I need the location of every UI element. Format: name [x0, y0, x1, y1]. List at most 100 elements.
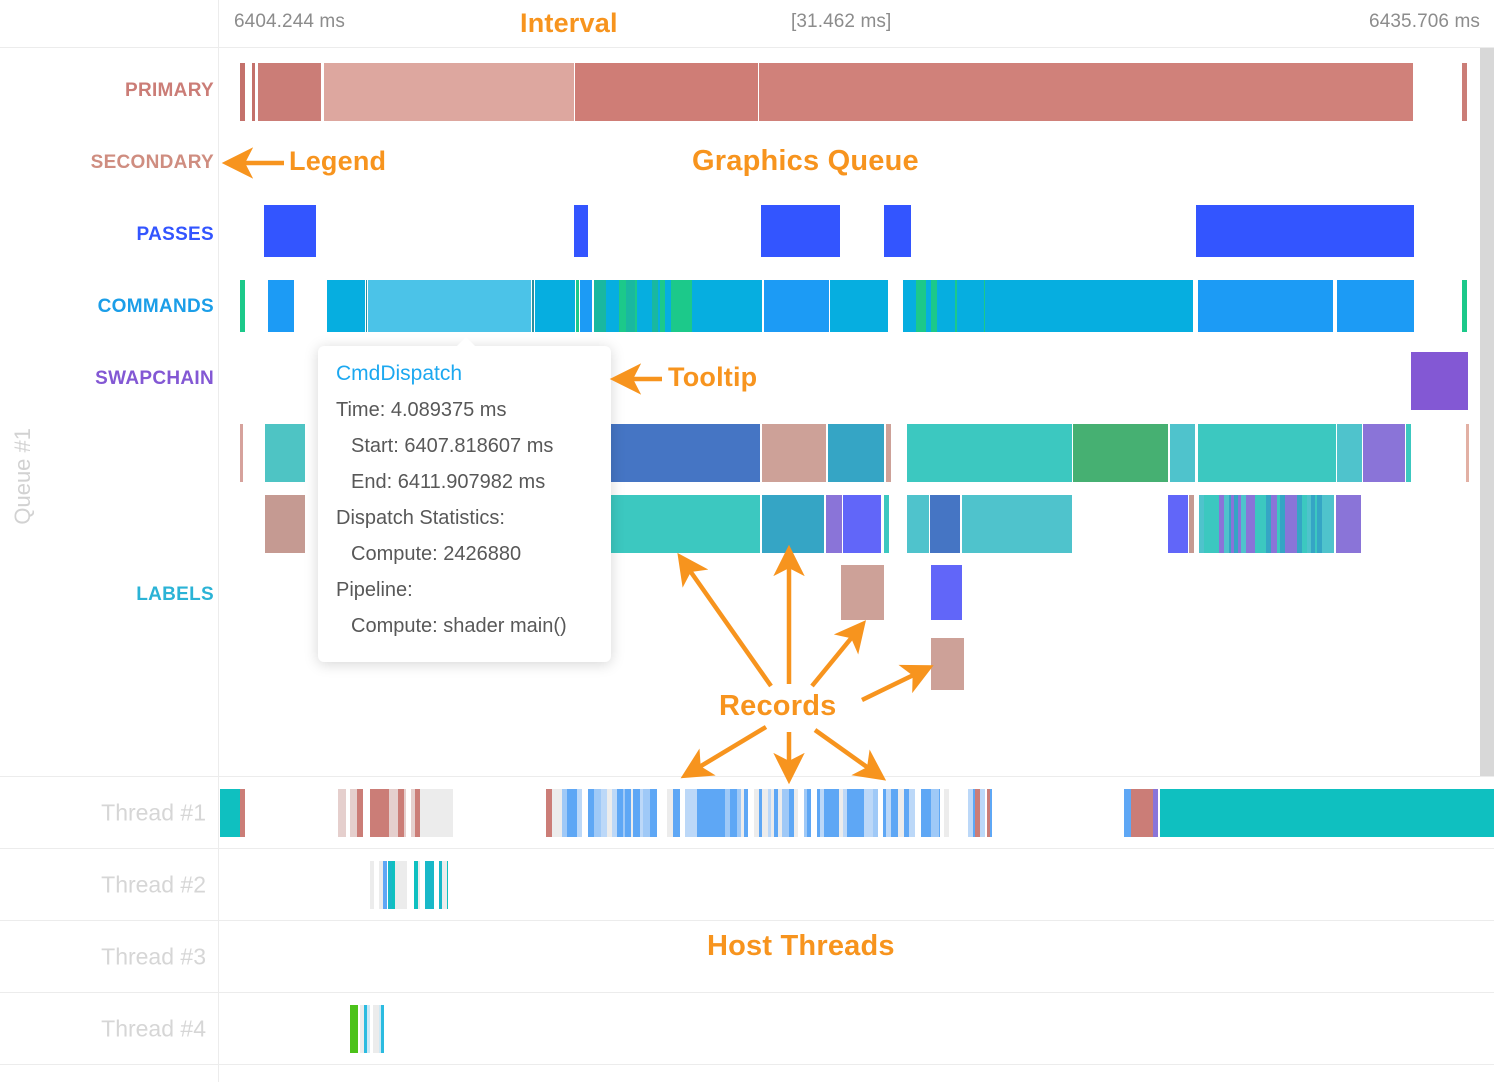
track-commands[interactable] — [0, 280, 1494, 332]
commands-stripe[interactable] — [599, 280, 606, 332]
thread-row-2[interactable]: Thread #2 — [0, 848, 1494, 920]
thread-stripe[interactable] — [873, 789, 878, 837]
thread-segment[interactable] — [944, 789, 949, 837]
track-segment[interactable] — [1196, 205, 1414, 257]
track-segment[interactable] — [962, 495, 1072, 553]
track-segment[interactable] — [1406, 424, 1411, 482]
track-segment[interactable] — [692, 280, 762, 332]
commands-stripe[interactable] — [612, 280, 619, 332]
track-segment[interactable] — [240, 63, 245, 121]
thread-stripe[interactable] — [980, 789, 985, 837]
thread-stripe[interactable] — [650, 789, 657, 837]
thread-stripe[interactable] — [381, 789, 389, 837]
thread-stripe[interactable] — [939, 789, 940, 837]
track-segment[interactable] — [1363, 424, 1405, 482]
track-passes[interactable] — [0, 205, 1494, 257]
track-segment[interactable] — [931, 638, 964, 690]
track-segment[interactable] — [1411, 352, 1468, 410]
thread-stripe[interactable] — [370, 789, 377, 837]
thread-stripe[interactable] — [807, 789, 811, 837]
timeline-ruler[interactable]: 6404.244 ms [31.462 ms] 6435.706 ms — [0, 0, 1494, 48]
thread-stripe[interactable] — [350, 789, 357, 837]
commands-stripe[interactable] — [687, 280, 692, 332]
track-segment[interactable] — [931, 565, 962, 620]
commands-stripe[interactable] — [984, 280, 985, 332]
thread-segment[interactable] — [1124, 789, 1131, 837]
thread-stripe[interactable] — [381, 1005, 384, 1053]
thread-stripe[interactable] — [418, 861, 420, 909]
track-segment[interactable] — [258, 63, 321, 121]
track-segment[interactable] — [580, 280, 592, 332]
track-segment[interactable] — [368, 280, 531, 332]
thread-row-1[interactable]: Thread #1 — [0, 776, 1494, 848]
thread-stripe[interactable] — [744, 789, 748, 837]
track-segment[interactable] — [830, 280, 888, 332]
track-primary[interactable] — [0, 63, 1494, 121]
thread-stripe[interactable] — [577, 789, 582, 837]
track-records_block_2[interactable] — [0, 638, 1494, 690]
thread-stripe[interactable] — [338, 789, 346, 837]
track-segment[interactable] — [240, 280, 245, 332]
track-segment[interactable] — [252, 63, 255, 121]
thread-segment[interactable] — [420, 789, 453, 837]
thread-segment[interactable] — [1160, 789, 1494, 837]
track-segment[interactable] — [1337, 424, 1362, 482]
track-segment[interactable] — [762, 424, 826, 482]
thread-segment[interactable] — [383, 861, 387, 909]
track-segment[interactable] — [1073, 424, 1168, 482]
thread-stripe[interactable] — [794, 789, 798, 837]
thread-stripe[interactable] — [594, 789, 601, 837]
track-labels_row_2[interactable] — [0, 495, 1494, 553]
track-segment[interactable] — [575, 63, 758, 121]
thread-stripe[interactable] — [782, 789, 789, 837]
thread-stripe[interactable] — [703, 789, 710, 837]
track-segment[interactable] — [1462, 280, 1467, 332]
track-segment[interactable] — [240, 424, 243, 482]
commands-stripe[interactable] — [903, 280, 911, 332]
track-segment[interactable] — [841, 565, 884, 620]
track-segment[interactable] — [574, 205, 588, 257]
thread-stripe[interactable] — [429, 861, 434, 909]
track-segment[interactable] — [1189, 495, 1194, 553]
track-segment[interactable] — [1170, 424, 1195, 482]
track-records_blocks[interactable] — [0, 565, 1494, 620]
track-segment[interactable] — [985, 280, 1193, 332]
track-labels_row_1[interactable] — [0, 424, 1494, 482]
track-segment[interactable] — [1198, 280, 1333, 332]
thread-stripe[interactable] — [643, 789, 650, 837]
thread-stripe[interactable] — [402, 861, 407, 909]
track-segment[interactable] — [759, 63, 1413, 121]
thread-stripe[interactable] — [678, 789, 680, 837]
thread-stripe[interactable] — [447, 861, 448, 909]
commands-stripe[interactable] — [628, 280, 635, 332]
track-segment[interactable] — [930, 495, 960, 553]
thread-track-2[interactable] — [219, 861, 1494, 909]
thread-segment[interactable] — [240, 789, 245, 837]
track-segment[interactable] — [1466, 424, 1469, 482]
track-segment[interactable] — [576, 280, 579, 332]
thread-stripe[interactable] — [891, 789, 898, 837]
thread-segment[interactable] — [1153, 789, 1158, 837]
thread-row-4[interactable]: Thread #4 — [0, 992, 1494, 1064]
thread-segment[interactable] — [1131, 789, 1153, 837]
track-segment[interactable] — [1168, 495, 1188, 553]
labels-stripe[interactable] — [1331, 495, 1334, 553]
track-segment[interactable] — [764, 280, 829, 332]
track-segment[interactable] — [907, 424, 1072, 482]
track-segment[interactable] — [1462, 63, 1467, 121]
track-segment[interactable] — [828, 424, 884, 482]
thread-stripe[interactable] — [404, 789, 406, 837]
track-segment[interactable] — [843, 495, 881, 553]
commands-stripe[interactable] — [619, 280, 626, 332]
thread-stripe[interactable] — [866, 789, 873, 837]
track-segment[interactable] — [268, 280, 294, 332]
track-segment[interactable] — [366, 280, 367, 332]
thread-segment[interactable] — [350, 1005, 358, 1053]
thread-stripe[interactable] — [685, 789, 692, 837]
track-segment[interactable] — [265, 424, 305, 482]
thread-stripe[interactable] — [730, 789, 737, 837]
thread-segment[interactable] — [552, 789, 562, 837]
track-segment[interactable] — [535, 280, 575, 332]
track-segment[interactable] — [610, 424, 760, 482]
thread-stripe[interactable] — [367, 1005, 370, 1053]
